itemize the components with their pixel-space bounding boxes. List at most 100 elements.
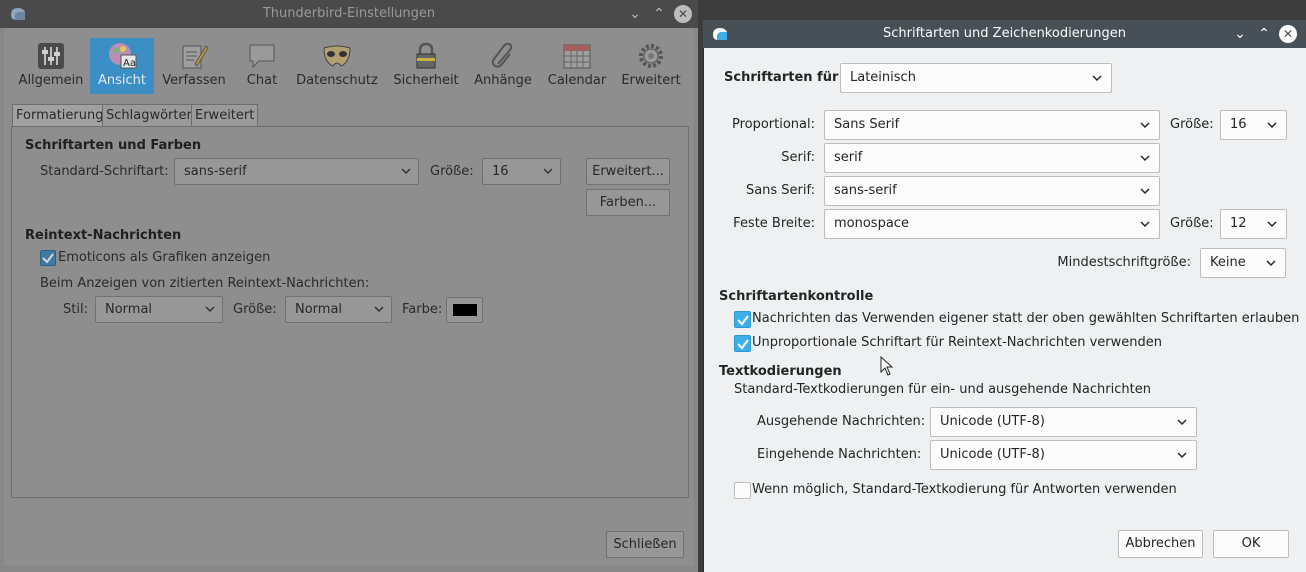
toolbar-label: Datenschutz [296,73,378,88]
toolbar-allgemein[interactable]: Allgemein [14,38,88,94]
quoted-size-select[interactable]: Normal [285,296,392,323]
fonts-for-select[interactable]: Lateinisch [840,63,1112,93]
chevron-down-icon [1177,451,1187,460]
sans-serif-select[interactable]: sans-serif [824,176,1160,206]
serif-select[interactable]: serif [824,143,1160,173]
toolbar-label: Sicherheit [393,73,459,88]
toolbar-erweitert[interactable]: Erweitert [618,38,684,94]
sans-serif-value: sans-serif [834,183,897,198]
incoming-label: Eingehende Nachrichten: [757,447,922,462]
colors-button[interactable]: Farben... [586,189,670,216]
chevron-down-icon [1140,154,1150,163]
emoticons-checkbox[interactable] [40,250,56,266]
quoted-size-value: Normal [295,302,343,317]
toolbar-label: Chat [246,73,278,88]
toolbar-calendar[interactable]: Calendar [543,38,611,94]
toolbar-datenschutz[interactable]: Datenschutz [293,38,381,94]
chevron-down-icon [205,305,215,314]
close-window-button[interactable]: ✕ [674,5,692,23]
tab-schlagwoerter[interactable]: Schlagwörter [102,104,196,127]
chevron-down-icon [1267,220,1277,229]
toolbar-label: Verfassen [162,73,226,88]
chevron-down-icon [1140,121,1150,130]
prop-size-select[interactable]: 16 [1220,110,1287,140]
emoticons-label: Emoticons als Grafiken anzeigen [58,250,271,265]
toolbar-chat[interactable]: Chat [238,38,286,94]
monospace-value: monospace [834,216,909,231]
section-text-encoding: Textkodierungen [719,364,842,379]
chevron-down-icon [374,305,384,314]
chevron-down-icon [1092,74,1102,83]
allow-fonts-label: Nachrichten das Verwenden eigener statt … [752,311,1300,326]
chevron-down-icon [1140,187,1150,196]
min-size-select[interactable]: Keine [1200,248,1286,278]
prop-size-value: 16 [1230,117,1247,132]
sans-serif-label: Sans Serif: [745,183,815,198]
mono-size-select[interactable]: 12 [1220,209,1287,239]
dialog-close-button[interactable]: ✕ [1279,25,1297,43]
toolbar-verfassen[interactable]: Verfassen [158,38,230,94]
chevron-down-icon [1266,259,1276,268]
toolbar-ansicht[interactable]: Aa Ansicht [90,38,154,94]
dialog-maximize-button[interactable]: ⌃ [1255,25,1273,43]
default-font-value: sans-serif [184,164,247,179]
quoted-size-label: Größe: [233,302,277,317]
default-font-select[interactable]: sans-serif [174,158,419,185]
default-font-label: Standard-Schriftart: [40,164,169,179]
monospace-select[interactable]: monospace [824,209,1160,239]
cancel-button[interactable]: Abbrechen [1118,530,1203,558]
chat-bubble-icon [247,42,277,70]
toolbar-label: Allgemein [18,73,84,88]
mono-size-value: 12 [1230,216,1247,231]
advanced-fonts-button[interactable]: Erweitert... [586,158,670,185]
close-preferences-button[interactable]: Schließen [606,531,684,558]
proportional-value: Sans Serif [834,117,900,132]
sliders-icon [36,42,66,70]
toolbar-label: Erweitert [621,73,681,88]
quoted-text-label: Beim Anzeigen von zitierten Reintext-Nac… [40,276,370,291]
ok-button[interactable]: OK [1213,530,1289,558]
style-label: Stil: [63,302,88,317]
section-font-control: Schriftartenkontrolle [719,289,874,304]
tab-formatierung[interactable]: Formatierung [12,104,108,127]
chevron-down-icon [1140,220,1150,229]
paperclip-icon [488,42,518,70]
style-value: Normal [105,302,153,317]
mono-size-label: Größe: [1170,216,1214,231]
reply-encoding-checkbox[interactable] [734,482,751,499]
checkmark-icon [737,315,749,326]
mono-plaintext-label: Unproportionale Schriftart für Reintext-… [752,335,1162,350]
palette-font-icon: Aa [107,42,137,70]
proportional-select[interactable]: Sans Serif [824,110,1160,140]
incoming-encoding-select[interactable]: Unicode (UTF-8) [930,440,1197,470]
size-select[interactable]: 16 [482,158,561,185]
style-select[interactable]: Normal [95,296,223,323]
chevron-down-icon [543,167,553,176]
incoming-encoding-value: Unicode (UTF-8) [940,447,1045,462]
tab-erweitert[interactable]: Erweitert [191,104,259,127]
min-size-value: Keine [1210,255,1246,270]
checkmark-icon [737,339,749,350]
window-title: Thunderbird-Einstellungen [262,6,436,21]
min-size-label: Mindestschriftgröße: [1057,255,1191,270]
outgoing-label: Ausgehende Nachrichten: [757,414,926,429]
calendar-icon [562,42,592,70]
color-picker-button[interactable] [446,297,483,323]
toolbar-anhaenge[interactable]: Anhänge [470,38,536,94]
outgoing-encoding-select[interactable]: Unicode (UTF-8) [930,407,1197,437]
serif-value: serif [834,150,863,165]
allow-fonts-checkbox[interactable] [734,311,751,328]
toolbar-label: Anhänge [474,73,532,88]
maximize-button[interactable]: ⌃ [650,5,668,23]
fonts-for-label: Schriftarten für [724,70,839,85]
mono-plaintext-checkbox[interactable] [734,335,751,352]
chevron-down-icon [401,167,411,176]
dialog-minimize-button[interactable]: ⌄ [1231,25,1249,43]
toolbar-sicherheit[interactable]: Sicherheit [391,38,461,94]
checkmark-icon [42,253,54,264]
reply-encoding-label: Wenn möglich, Standard-Textkodierung für… [752,482,1177,497]
toolbar-label: Calendar [547,73,607,88]
color-swatch [453,304,477,316]
section-fonts-colors: Schriftarten und Farben [25,138,202,153]
minimize-button[interactable]: ⌄ [626,5,644,23]
